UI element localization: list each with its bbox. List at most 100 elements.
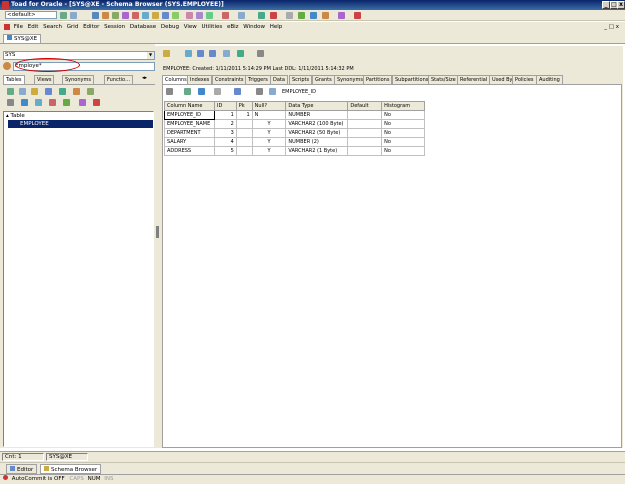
tab-partitions[interactable]: Partitions xyxy=(363,75,393,84)
cell-null[interactable]: Y xyxy=(251,137,287,147)
toolbar-icon-19[interactable] xyxy=(286,12,293,19)
tab-policies[interactable]: Policies xyxy=(512,75,537,84)
tab-functions[interactable]: Functio… xyxy=(104,75,134,84)
toolbar-icon-4[interactable] xyxy=(102,12,109,19)
col-header-default[interactable]: Default xyxy=(347,101,383,111)
col-header-column-name[interactable]: Column Name xyxy=(164,101,215,111)
cell-histogram[interactable]: No xyxy=(381,137,425,147)
tab-indexes[interactable]: Indexes xyxy=(187,75,213,84)
columns-tool-icon-3[interactable] xyxy=(198,88,205,95)
tab-data[interactable]: Data xyxy=(270,75,288,84)
cell-column-name[interactable]: EMPLOYEE_ID xyxy=(164,110,215,120)
col-header-id[interactable]: ID xyxy=(213,101,237,111)
cell-pk[interactable]: 1 xyxy=(235,110,253,120)
tab-synonyms-right[interactable]: Synonyms xyxy=(334,75,366,84)
toolbar-icon-14[interactable] xyxy=(206,12,213,19)
col-header-data-type[interactable]: Data Type xyxy=(285,101,349,111)
menu-database[interactable]: Database xyxy=(130,24,156,30)
cell-default[interactable] xyxy=(347,137,383,147)
chevron-down-icon[interactable]: ▼ xyxy=(147,52,154,59)
columns-tool-icon-7[interactable] xyxy=(269,88,276,95)
menu-debug[interactable]: Debug xyxy=(161,24,179,30)
cell-id[interactable]: 3 xyxy=(213,128,237,138)
menu-utilities[interactable]: Utilities xyxy=(202,24,223,30)
right-tool-icon-6[interactable] xyxy=(237,50,244,57)
tab-grants[interactable]: Grants xyxy=(312,75,335,84)
toolbar-icon-23[interactable] xyxy=(338,12,345,19)
menu-help[interactable]: Help xyxy=(270,24,283,30)
columns-tool-icon-4[interactable] xyxy=(214,88,221,95)
columns-tool-icon-1[interactable] xyxy=(166,88,173,95)
cell-histogram[interactable]: No xyxy=(381,110,425,120)
col-header-histogram[interactable]: Histogram xyxy=(381,101,425,111)
left-tool-icon-1[interactable] xyxy=(7,88,14,95)
cell-data-type[interactable]: NUMBER xyxy=(285,110,349,120)
mdi-window-controls[interactable]: _ □ x xyxy=(604,22,619,33)
toolbar-icon-18[interactable] xyxy=(270,12,277,19)
connection-select[interactable]: <default> xyxy=(5,11,57,19)
tab-views[interactable]: Views xyxy=(34,75,55,84)
tab-triggers[interactable]: Triggers xyxy=(245,75,271,84)
tab-scripts[interactable]: Scripts xyxy=(289,75,313,84)
left-tool-icon-6[interactable] xyxy=(73,88,80,95)
toolbar-icon-9[interactable] xyxy=(152,12,159,19)
menu-view[interactable]: View xyxy=(184,24,197,30)
tab-auditing[interactable]: Auditing xyxy=(536,75,563,84)
left-tool-icon-5[interactable] xyxy=(59,88,66,95)
left-tool-icon-9[interactable] xyxy=(21,99,28,106)
right-tool-icon-5[interactable] xyxy=(223,50,230,57)
toolbar-icon-12[interactable] xyxy=(186,12,193,19)
cell-pk[interactable] xyxy=(235,137,253,147)
table-row[interactable]: ADDRESS 5 Y VARCHAR2 (1 Byte) No xyxy=(164,146,425,156)
toolbar-icon-11[interactable] xyxy=(172,12,179,19)
tree-item-employee[interactable]: EMPLOYEE xyxy=(8,120,153,128)
left-tool-icon-11[interactable] xyxy=(49,99,56,106)
cell-data-type[interactable]: VARCHAR2 (50 Byte) xyxy=(285,128,349,138)
table-row[interactable]: SALARY 4 Y NUMBER (2) No xyxy=(164,137,425,147)
tab-columns[interactable]: Columns xyxy=(162,75,190,84)
cell-id[interactable]: 1 xyxy=(213,110,237,120)
cell-data-type[interactable]: VARCHAR2 (1 Byte) xyxy=(285,146,349,156)
minimize-button[interactable]: _ xyxy=(602,1,610,9)
toolbar-icon-13[interactable] xyxy=(196,12,203,19)
close-button[interactable]: x xyxy=(617,1,625,9)
cell-data-type[interactable]: NUMBER (2) xyxy=(285,137,349,147)
menu-edit[interactable]: Edit xyxy=(28,24,39,30)
tab-constraints[interactable]: Constraints xyxy=(212,75,247,84)
columns-tool-icon-2[interactable] xyxy=(184,88,191,95)
columns-tool-icon-6[interactable] xyxy=(256,88,263,95)
right-tool-icon-4[interactable] xyxy=(209,50,216,57)
cell-default[interactable] xyxy=(347,128,383,138)
table-row[interactable]: DEPARTMENT 3 Y VARCHAR2 (50 Byte) No xyxy=(164,128,425,138)
left-tool-icon-7[interactable] xyxy=(87,88,94,95)
left-tool-icon-3[interactable] xyxy=(31,88,38,95)
columns-grid[interactable]: Column Name ID Pk Null? Data Type Defaul… xyxy=(164,101,425,156)
toolbar-icon-8[interactable] xyxy=(142,12,149,19)
cell-histogram[interactable]: No xyxy=(381,128,425,138)
cell-null[interactable]: Y xyxy=(251,128,287,138)
left-tool-icon-12[interactable] xyxy=(63,99,70,106)
cell-histogram[interactable]: No xyxy=(381,119,425,129)
cell-column-name[interactable]: EMPLOYEE_NAME xyxy=(164,119,215,129)
left-tool-icon-13[interactable] xyxy=(79,99,86,106)
toolbar-icon-2[interactable] xyxy=(70,12,77,19)
columns-tool-icon-5[interactable] xyxy=(234,88,241,95)
menu-grid[interactable]: Grid xyxy=(67,24,79,30)
menu-ebiz[interactable]: eBiz xyxy=(227,24,239,30)
toolbar-icon-21[interactable] xyxy=(310,12,317,19)
cell-histogram[interactable]: No xyxy=(381,146,425,156)
editor-window-button[interactable]: Editor xyxy=(6,464,38,474)
cell-id[interactable]: 4 xyxy=(213,137,237,147)
menu-window[interactable]: Window xyxy=(243,24,265,30)
toolbar-icon-1[interactable] xyxy=(60,12,67,19)
cell-null[interactable]: N xyxy=(251,110,287,120)
right-tool-icon-7[interactable] xyxy=(257,50,264,57)
left-tool-icon-10[interactable] xyxy=(35,99,42,106)
cell-column-name[interactable]: DEPARTMENT xyxy=(164,128,215,138)
toolbar-icon-10[interactable] xyxy=(162,12,169,19)
cell-default[interactable] xyxy=(347,119,383,129)
cell-pk[interactable] xyxy=(235,119,253,129)
left-tool-icon-14[interactable] xyxy=(93,99,100,106)
tab-subpartitions[interactable]: Subpartitions xyxy=(392,75,432,84)
tab-synonyms[interactable]: Synonyms xyxy=(62,75,94,84)
